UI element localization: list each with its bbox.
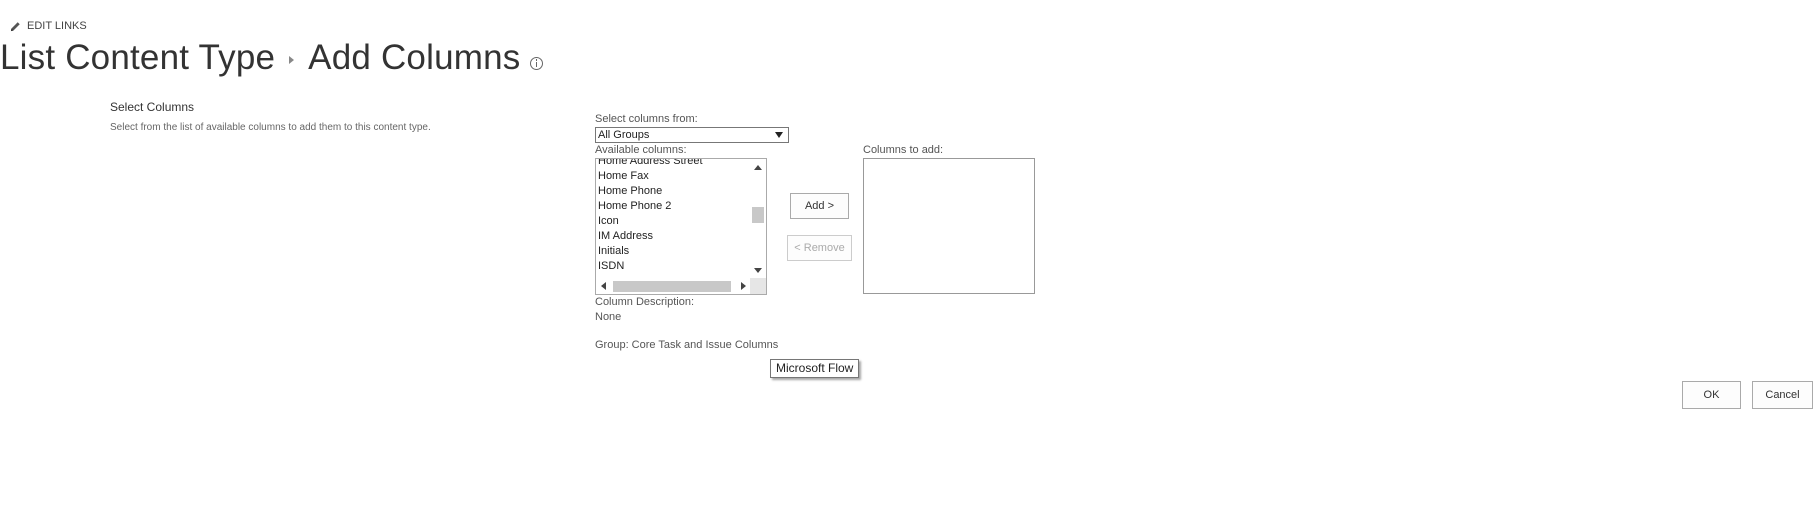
horizontal-scroll-thumb[interactable] bbox=[613, 281, 731, 292]
column-description-label: Column Description: bbox=[595, 296, 695, 308]
edit-links-label: EDIT LINKS bbox=[27, 20, 87, 32]
available-columns-list[interactable]: Home Address Street Home Fax Home Phone … bbox=[595, 158, 767, 295]
list-item[interactable]: Home Fax bbox=[598, 169, 703, 184]
breadcrumb-list-content-type[interactable]: List Content Type bbox=[0, 38, 275, 78]
cancel-button[interactable]: Cancel bbox=[1752, 381, 1813, 409]
list-item[interactable]: Icon bbox=[598, 214, 703, 229]
horizontal-scrollbar[interactable] bbox=[596, 278, 751, 294]
section-title: Select Columns bbox=[110, 100, 195, 114]
page-title: List Content Type Add Columns bbox=[0, 38, 544, 78]
columns-to-add-list[interactable] bbox=[863, 158, 1035, 294]
info-icon[interactable] bbox=[530, 56, 544, 70]
columns-to-add-label: Columns to add: bbox=[863, 144, 944, 156]
pencil-icon bbox=[10, 21, 20, 31]
available-columns-label: Available columns: bbox=[595, 144, 687, 156]
chevron-right-icon bbox=[289, 56, 295, 64]
add-button[interactable]: Add > bbox=[790, 193, 849, 219]
select-from-label: Select columns from: bbox=[595, 113, 698, 125]
tooltip: Microsoft Flow bbox=[770, 359, 860, 378]
remove-button[interactable]: < Remove bbox=[787, 235, 852, 261]
section-description: Select from the list of available column… bbox=[110, 122, 431, 133]
scroll-right-icon[interactable] bbox=[741, 282, 746, 290]
column-description-value: None bbox=[595, 311, 622, 323]
list-item[interactable]: Home Phone bbox=[598, 184, 703, 199]
group-select-value: All Groups bbox=[598, 129, 650, 141]
group-text: Group: Core Task and Issue Columns bbox=[595, 339, 779, 351]
group-select[interactable]: All Groups bbox=[595, 127, 789, 143]
list-item[interactable]: IM Address bbox=[598, 229, 703, 244]
breadcrumb-add-columns: Add Columns bbox=[308, 38, 521, 77]
list-item[interactable]: Home Address Street bbox=[598, 159, 703, 169]
list-item[interactable]: ISDN bbox=[598, 259, 703, 274]
available-items: Home Address Street Home Fax Home Phone … bbox=[598, 159, 703, 274]
vertical-scroll-thumb[interactable] bbox=[752, 207, 764, 223]
edit-links-link[interactable]: EDIT LINKS bbox=[10, 20, 87, 32]
vertical-scrollbar[interactable] bbox=[750, 159, 766, 279]
scrollbar-corner bbox=[750, 278, 766, 294]
scroll-left-icon[interactable] bbox=[601, 282, 606, 290]
list-item[interactable]: Home Phone 2 bbox=[598, 199, 703, 214]
ok-button[interactable]: OK bbox=[1682, 381, 1741, 409]
scroll-up-icon[interactable] bbox=[754, 165, 762, 170]
dropdown-arrow-icon bbox=[775, 132, 783, 138]
scroll-down-icon[interactable] bbox=[754, 268, 762, 273]
list-item[interactable]: Initials bbox=[598, 244, 703, 259]
